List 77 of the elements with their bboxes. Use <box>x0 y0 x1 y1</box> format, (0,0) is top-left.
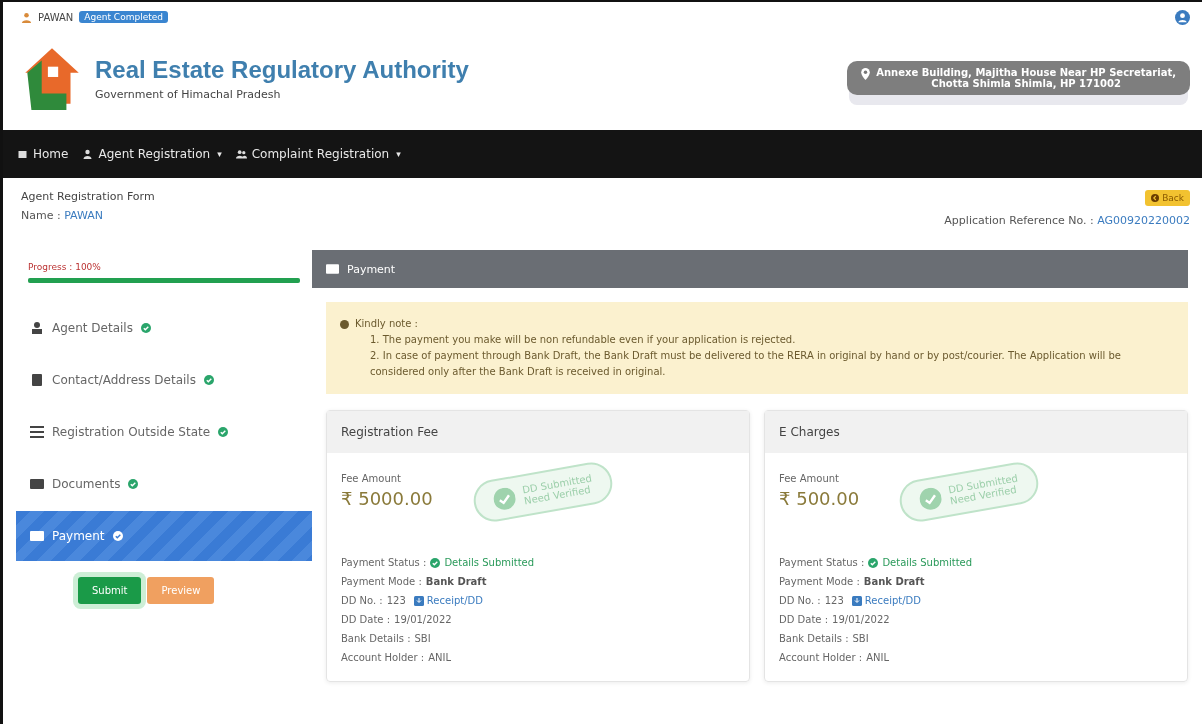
amount-label: Fee Amount <box>779 473 840 484</box>
detail-value: Bank Draft <box>863 576 925 587</box>
location-pin-icon <box>861 68 871 80</box>
detail-label: Payment Mode : <box>779 576 860 587</box>
detail-value: SBI <box>414 633 431 644</box>
note-text: 1. The payment you make will be non refundable even if your application is rejected. <box>369 333 797 347</box>
status-badge: Agent Completed <box>79 11 168 23</box>
address-text: Chotta Shimla Shimla, HP 171002 <box>931 78 1121 89</box>
nav-label: Complaint Registration <box>251 147 390 161</box>
progress-label: Progress : 100% <box>28 262 102 272</box>
detail-label: Account Holder : <box>341 652 425 663</box>
step-item[interactable]: Contact/Address Details <box>16 355 312 405</box>
receipt-link[interactable]: Receipt/DD <box>413 595 483 606</box>
step-icon <box>30 478 44 490</box>
note-text: 2. In case of payment through Bank Draft, the Bank Draft must be delivered to the RERA in original by hand or by post/courier. The Application will be considered only after the Bank Draft is received in original. <box>369 349 1122 379</box>
detail-value: 19/01/2022 <box>394 614 452 625</box>
detail-value: Details Submitted <box>882 557 973 568</box>
detail-value: Details Submitted <box>444 557 535 568</box>
detail-label: DD No. : <box>779 595 821 606</box>
detail-label: Bank Details : <box>779 633 849 644</box>
applicant-name: PAWAN <box>64 209 104 222</box>
detail-label: DD Date : <box>341 614 391 625</box>
detail-label: Payment Status : <box>779 557 865 568</box>
address-text: Annexe Building, Majitha House Near HP Secretariat, <box>876 67 1176 78</box>
detail-value: 123 <box>824 595 844 606</box>
detail-value: 19/01/2022 <box>832 614 890 625</box>
detail-value: 123 <box>386 595 406 606</box>
user-icon <box>21 11 32 23</box>
detail-label: Payment Mode : <box>341 576 422 587</box>
step-icon <box>30 322 44 334</box>
account-icon[interactable] <box>1175 9 1190 25</box>
fee-amount: ₹ 500.00 <box>779 488 860 509</box>
detail-label: DD Date : <box>779 614 829 625</box>
step-icon <box>30 426 44 438</box>
back-icon <box>1151 194 1160 202</box>
detail-value: SBI <box>852 633 869 644</box>
home-icon <box>17 149 28 159</box>
download-icon <box>851 595 862 606</box>
check-circle-icon <box>430 557 441 568</box>
detail-label: DD No. : <box>341 595 383 606</box>
detail-value: ANIL <box>428 652 451 663</box>
reference-label: Application Reference No. : <box>944 214 1094 227</box>
step-icon <box>30 530 44 542</box>
download-icon <box>413 595 424 606</box>
check-circle-icon <box>868 557 879 568</box>
card-title: Registration Fee <box>327 411 749 453</box>
detail-value: ANIL <box>866 652 889 663</box>
detail-value: Bank Draft <box>425 576 487 587</box>
step-item[interactable]: Agent Details <box>16 303 312 353</box>
nav-label: Agent Registration <box>98 147 211 161</box>
panel-title: Payment <box>347 262 396 276</box>
detail-label: Bank Details : <box>341 633 411 644</box>
step-item[interactable]: Registration Outside State <box>16 407 312 457</box>
site-title: Real Estate Regulatory Authority <box>95 55 469 84</box>
fee-amount: ₹ 5000.00 <box>341 488 433 509</box>
nav-label: Home <box>33 147 69 161</box>
detail-label: Payment Status : <box>341 557 427 568</box>
reference-number: AG00920220002 <box>1097 214 1190 227</box>
user-icon <box>82 149 94 159</box>
note-heading: Kindly note : <box>355 317 418 331</box>
detail-label: Account Holder : <box>779 652 863 663</box>
form-title: Agent Registration Form <box>21 190 155 203</box>
back-button[interactable]: Back <box>1145 190 1190 206</box>
caret-icon: ▾ <box>396 149 401 159</box>
amount-label: Fee Amount <box>341 473 402 484</box>
info-icon <box>340 319 349 329</box>
card-icon <box>326 264 339 274</box>
users-icon <box>235 149 247 159</box>
card-title: E Charges <box>765 411 1187 453</box>
name-label: Name : <box>21 209 61 222</box>
site-subtitle: Government of Himachal Pradesh <box>95 87 282 101</box>
caret-icon: ▾ <box>217 149 222 159</box>
step-item[interactable]: Payment <box>16 511 312 561</box>
receipt-link[interactable]: Receipt/DD <box>851 595 921 606</box>
user-name: PAWAN <box>38 11 74 23</box>
step-icon <box>30 374 44 386</box>
step-item[interactable]: Documents <box>16 459 312 509</box>
